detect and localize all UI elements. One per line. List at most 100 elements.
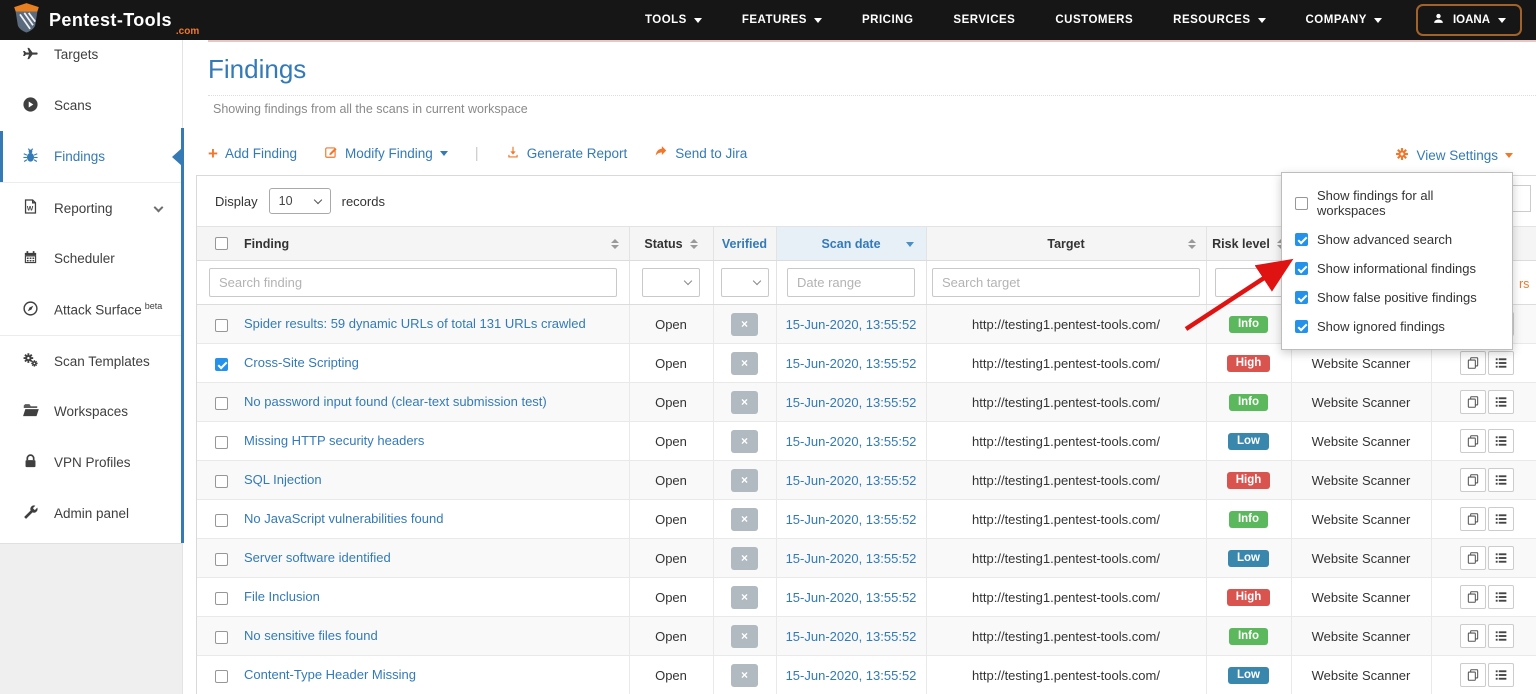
copy-button[interactable] (1460, 351, 1486, 375)
sidebar-item-attack-surface[interactable]: Attack Surfacebeta (0, 284, 182, 335)
finding-link[interactable]: Server software identified (244, 550, 391, 565)
details-button[interactable] (1488, 468, 1514, 492)
copy-button[interactable] (1460, 429, 1486, 453)
menu-item-show-ignored-findings[interactable]: Show ignored findings (1282, 312, 1512, 341)
status-filter-select[interactable] (642, 268, 700, 297)
column-header-verified[interactable]: Verified (713, 227, 776, 261)
sidebar-item-reporting[interactable]: WReporting (0, 182, 182, 233)
generate-report-button[interactable]: Generate Report (506, 145, 628, 162)
view-settings-button[interactable]: View Settings (1395, 147, 1513, 164)
verified-toggle-button[interactable]: × (731, 430, 758, 453)
finding-link[interactable]: File Inclusion (244, 589, 320, 604)
search-finding-input[interactable] (209, 268, 617, 297)
scan-date-link[interactable]: 15-Jun-2020, 13:55:52 (786, 512, 917, 527)
scan-date-link[interactable]: 15-Jun-2020, 13:55:52 (786, 395, 917, 410)
sort-icon[interactable] (690, 239, 698, 249)
copy-button[interactable] (1460, 468, 1486, 492)
details-button[interactable] (1488, 351, 1514, 375)
sort-icon[interactable] (611, 239, 619, 249)
column-header-finding[interactable]: Finding (197, 227, 629, 261)
modify-finding-button[interactable]: Modify Finding (324, 145, 448, 162)
scan-date-link[interactable]: 15-Jun-2020, 13:55:52 (786, 356, 917, 371)
finding-link[interactable]: Content-Type Header Missing (244, 667, 416, 682)
menu-checkbox[interactable] (1295, 320, 1308, 333)
scan-date-link[interactable]: 15-Jun-2020, 13:55:52 (786, 317, 917, 332)
menu-item-show-informational-findings[interactable]: Show informational findings (1282, 254, 1512, 283)
details-button[interactable] (1488, 585, 1514, 609)
verified-toggle-button[interactable]: × (731, 547, 758, 570)
nav-item-tools[interactable]: TOOLS (645, 14, 702, 26)
scan-date-link[interactable]: 15-Jun-2020, 13:55:52 (786, 590, 917, 605)
sort-icon[interactable] (1188, 239, 1196, 249)
row-checkbox[interactable] (215, 553, 228, 566)
copy-button[interactable] (1460, 390, 1486, 414)
send-to-jira-button[interactable]: Send to Jira (654, 145, 747, 162)
copy-button[interactable] (1460, 507, 1486, 531)
row-checkbox[interactable] (215, 358, 228, 371)
finding-link[interactable]: No JavaScript vulnerabilities found (244, 511, 443, 526)
nav-item-features[interactable]: FEATURES (742, 14, 822, 26)
finding-link[interactable]: Missing HTTP security headers (244, 433, 424, 448)
details-button[interactable] (1488, 663, 1514, 687)
menu-checkbox[interactable] (1295, 233, 1308, 246)
brand-logo[interactable]: Pentest-Tools .com (12, 2, 199, 39)
details-button[interactable] (1488, 429, 1514, 453)
menu-checkbox[interactable] (1295, 262, 1308, 275)
risk-filter-select[interactable] (1215, 268, 1283, 297)
finding-link[interactable]: SQL Injection (244, 472, 322, 487)
row-checkbox[interactable] (215, 592, 228, 605)
verified-toggle-button[interactable]: × (731, 313, 758, 336)
sidebar-item-findings[interactable]: Findings (0, 131, 182, 182)
date-range-input[interactable] (787, 268, 915, 297)
row-checkbox[interactable] (215, 397, 228, 410)
row-checkbox[interactable] (215, 631, 228, 644)
verified-toggle-button[interactable]: × (731, 391, 758, 414)
verified-toggle-button[interactable]: × (731, 469, 758, 492)
records-per-page-select[interactable]: 10 (269, 188, 331, 214)
sidebar-item-scan-templates[interactable]: Scan Templates (0, 335, 182, 386)
user-menu-button[interactable]: IOANA (1416, 4, 1522, 36)
details-button[interactable] (1488, 624, 1514, 648)
sidebar-item-scans[interactable]: Scans (0, 80, 182, 131)
column-header-target[interactable]: Target (926, 227, 1206, 261)
nav-item-services[interactable]: SERVICES (953, 14, 1015, 26)
select-all-checkbox[interactable] (215, 237, 228, 250)
sidebar-item-scheduler[interactable]: Scheduler (0, 233, 182, 284)
menu-item-show-advanced-search[interactable]: Show advanced search (1282, 225, 1512, 254)
finding-link[interactable]: No password input found (clear-text subm… (244, 394, 547, 409)
verified-toggle-button[interactable]: × (731, 508, 758, 531)
row-checkbox[interactable] (215, 514, 228, 527)
verified-filter-select[interactable] (721, 268, 769, 297)
nav-item-customers[interactable]: CUSTOMERS (1055, 14, 1133, 26)
menu-item-show-false-positive-findings[interactable]: Show false positive findings (1282, 283, 1512, 312)
verified-toggle-button[interactable]: × (731, 664, 758, 687)
copy-button[interactable] (1460, 585, 1486, 609)
scan-date-link[interactable]: 15-Jun-2020, 13:55:52 (786, 629, 917, 644)
copy-button[interactable] (1460, 663, 1486, 687)
sidebar-item-admin-panel[interactable]: Admin panel (0, 488, 182, 539)
row-checkbox[interactable] (215, 319, 228, 332)
finding-link[interactable]: Cross-Site Scripting (244, 355, 359, 370)
details-button[interactable] (1488, 390, 1514, 414)
column-header-status[interactable]: Status (629, 227, 713, 261)
scan-date-link[interactable]: 15-Jun-2020, 13:55:52 (786, 551, 917, 566)
nav-item-resources[interactable]: RESOURCES (1173, 14, 1265, 26)
row-checkbox[interactable] (215, 436, 228, 449)
verified-toggle-button[interactable]: × (731, 352, 758, 375)
scan-date-link[interactable]: 15-Jun-2020, 13:55:52 (786, 473, 917, 488)
sidebar-item-vpn-profiles[interactable]: VPN Profiles (0, 437, 182, 488)
copy-button[interactable] (1460, 624, 1486, 648)
nav-item-company[interactable]: COMPANY (1306, 14, 1382, 26)
menu-checkbox[interactable] (1295, 291, 1308, 304)
nav-item-pricing[interactable]: PRICING (862, 14, 913, 26)
column-header-scan-date[interactable]: Scan date (776, 227, 926, 261)
sidebar-item-workspaces[interactable]: Workspaces (0, 386, 182, 437)
verified-toggle-button[interactable]: × (731, 586, 758, 609)
finding-link[interactable]: Spider results: 59 dynamic URLs of total… (244, 316, 586, 331)
copy-button[interactable] (1460, 546, 1486, 570)
scan-date-link[interactable]: 15-Jun-2020, 13:55:52 (786, 668, 917, 683)
search-target-input[interactable] (932, 268, 1200, 297)
finding-link[interactable]: No sensitive files found (244, 628, 378, 643)
menu-checkbox[interactable] (1295, 197, 1308, 210)
column-header-risk-level[interactable]: Risk level (1206, 227, 1291, 261)
